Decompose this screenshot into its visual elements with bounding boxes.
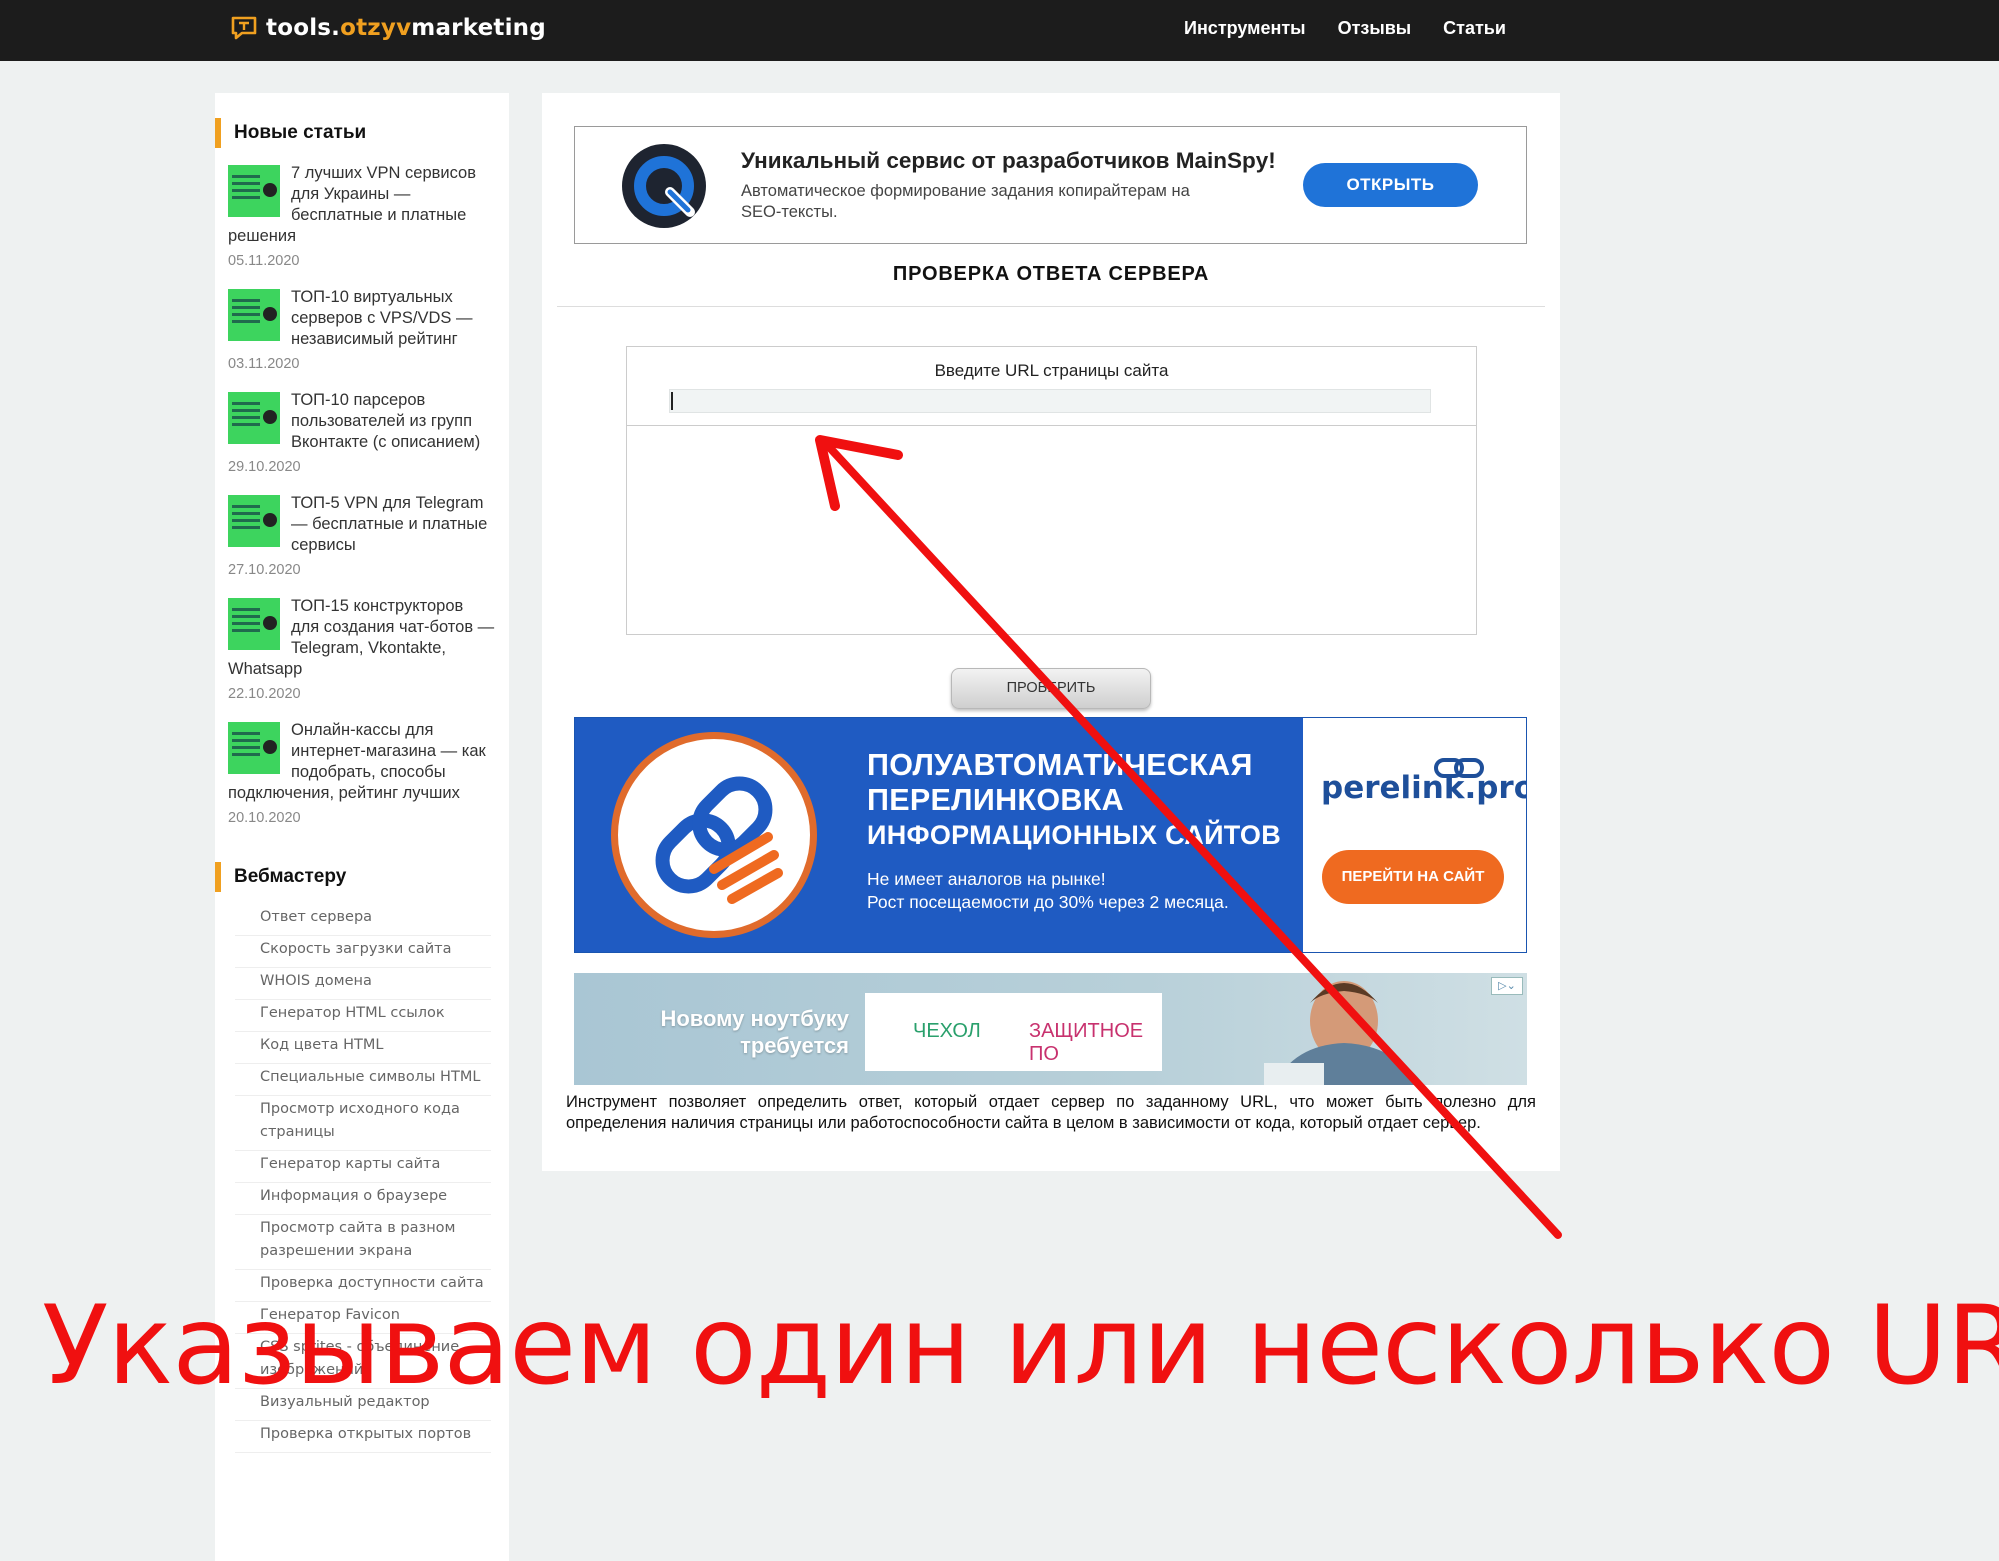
promo-subtitle: Автоматическое формирование задания копи… <box>741 182 1190 221</box>
promo-title: Уникальный сервис от разработчиков MainS… <box>741 148 1276 173</box>
article-date: 22.10.2020 <box>228 686 301 702</box>
webmaster-link[interactable]: Скорость загрузки сайта <box>235 936 491 968</box>
article-thumbnail[interactable] <box>228 598 280 650</box>
article-date: 27.10.2020 <box>228 562 301 578</box>
webmaster-link[interactable]: Ответ сервера <box>235 904 491 936</box>
article-item[interactable]: ТОП-5 VPN для Telegram — бесплатные и пл… <box>228 493 495 581</box>
ad-option-software[interactable]: ЗАЩИТНОЕ ПО <box>1029 1020 1162 1066</box>
main-content: Уникальный сервис от разработчиков MainS… <box>542 93 1560 1171</box>
nav-item-articles[interactable]: Статьи <box>1443 18 1506 39</box>
article-thumbnail[interactable] <box>228 722 280 774</box>
url-checker-form: Введите URL страницы сайта <box>626 346 1477 635</box>
nav-item-tools[interactable]: Инструменты <box>1184 18 1306 39</box>
main-nav: Инструменты Отзывы Статьи <box>1184 18 1506 39</box>
webmaster-link[interactable]: Просмотр исходного кода страницы <box>235 1096 491 1151</box>
banner-text: Не имеет аналогов на рынке! Рост посещае… <box>867 869 1229 912</box>
perelink-ad-banner[interactable]: ПОЛУАВТОМАТИЧЕСКАЯ ПЕРЕЛИНКОВКА ИНФОРМАЦ… <box>574 717 1527 953</box>
chat-bubble-icon <box>231 16 257 40</box>
webmaster-link[interactable]: Проверка открытых портов <box>235 1421 491 1453</box>
webmaster-heading: Вебмастеру <box>215 862 509 892</box>
text-cursor <box>671 392 673 410</box>
adchoices-icon[interactable]: ▷⌄ <box>1491 977 1523 995</box>
annotation-caption: Указываем один или несколько URL <box>42 1282 1999 1409</box>
page-title: ПРОВЕРКА ОТВЕТА СЕРВЕРА <box>892 263 1210 285</box>
webmaster-link[interactable]: Генератор HTML ссылок <box>235 1000 491 1032</box>
webmaster-link[interactable]: Код цвета HTML <box>235 1032 491 1064</box>
article-item[interactable]: Онлайн-кассы для интернет-магазина — как… <box>228 720 495 829</box>
article-thumbnail[interactable] <box>228 392 280 444</box>
banner-right-panel: perelink.pro ПЕРЕЙТИ НА САЙТ <box>1303 718 1526 952</box>
mainspy-logo-icon <box>622 144 706 228</box>
article-date: 29.10.2020 <box>228 459 301 475</box>
webmaster-link[interactable]: Специальные символы HTML <box>235 1064 491 1096</box>
new-articles-heading: Новые статьи <box>215 118 509 148</box>
article-thumbnail[interactable] <box>228 289 280 341</box>
article-item[interactable]: 7 лучших VPN сервисов для Украины — бесп… <box>228 163 495 272</box>
tool-description: Инструмент позволяет определить ответ, к… <box>566 1093 1536 1132</box>
article-date: 03.11.2020 <box>228 356 300 372</box>
promo-banner[interactable]: Уникальный сервис от разработчиков MainS… <box>574 126 1527 244</box>
promo-open-button[interactable]: ОТКРЫТЬ <box>1303 163 1478 207</box>
webmaster-link[interactable]: WHOIS домена <box>235 968 491 1000</box>
ad-option-case[interactable]: ЧЕХОЛ <box>913 1020 981 1043</box>
articles-list: 7 лучших VPN сервисов для Украины — бесп… <box>215 163 509 829</box>
form-divider <box>627 425 1476 426</box>
article-thumbnail[interactable] <box>228 495 280 547</box>
article-item[interactable]: ТОП-10 парсеров пользователей из групп В… <box>228 390 495 478</box>
article-thumbnail[interactable] <box>228 165 280 217</box>
article-item[interactable]: ТОП-15 конструкторов для создания чат-бо… <box>228 596 495 705</box>
site-logo[interactable]: tools.otzyvmarketing <box>230 14 546 42</box>
ad-headline: Новому ноутбуку требуется <box>660 1006 849 1058</box>
article-item[interactable]: ТОП-10 виртуальных серверов с VPS/VDS — … <box>228 287 495 375</box>
top-navbar: tools.otzyvmarketing Инструменты Отзывы … <box>0 0 1999 61</box>
person-photo <box>1264 981 1424 1085</box>
url-input[interactable] <box>669 389 1431 413</box>
check-button[interactable]: ПРОВЕРИТЬ <box>951 668 1151 709</box>
webmaster-link[interactable]: Просмотр сайта в разном разрешении экран… <box>235 1215 491 1270</box>
article-date: 05.11.2020 <box>228 253 300 269</box>
banner-left-panel: ПОЛУАВТОМАТИЧЕСКАЯ ПЕРЕЛИНКОВКА ИНФОРМАЦ… <box>575 718 1303 952</box>
ad-options: ЧЕХОЛ ЗАЩИТНОЕ ПО <box>865 993 1162 1071</box>
logo-text: tools.otzyvmarketing <box>266 15 546 41</box>
article-date: 20.10.2020 <box>228 810 301 826</box>
banner-headline: ПОЛУАВТОМАТИЧЕСКАЯ ПЕРЕЛИНКОВКА ИНФОРМАЦ… <box>867 748 1282 850</box>
perelink-logo: perelink.pro <box>1321 770 1527 806</box>
nav-item-reviews[interactable]: Отзывы <box>1338 18 1412 39</box>
divider <box>557 306 1545 307</box>
laptop-ad-banner[interactable]: Новому ноутбуку требуется ЧЕХОЛ ЗАЩИТНОЕ… <box>574 973 1527 1085</box>
link-chain-icon <box>611 732 817 938</box>
webmaster-link[interactable]: Генератор карты сайта <box>235 1151 491 1183</box>
go-to-site-button[interactable]: ПЕРЕЙТИ НА САЙТ <box>1322 850 1504 904</box>
webmaster-link[interactable]: Информация о браузере <box>235 1183 491 1215</box>
url-input-label: Введите URL страницы сайта <box>934 361 1169 380</box>
